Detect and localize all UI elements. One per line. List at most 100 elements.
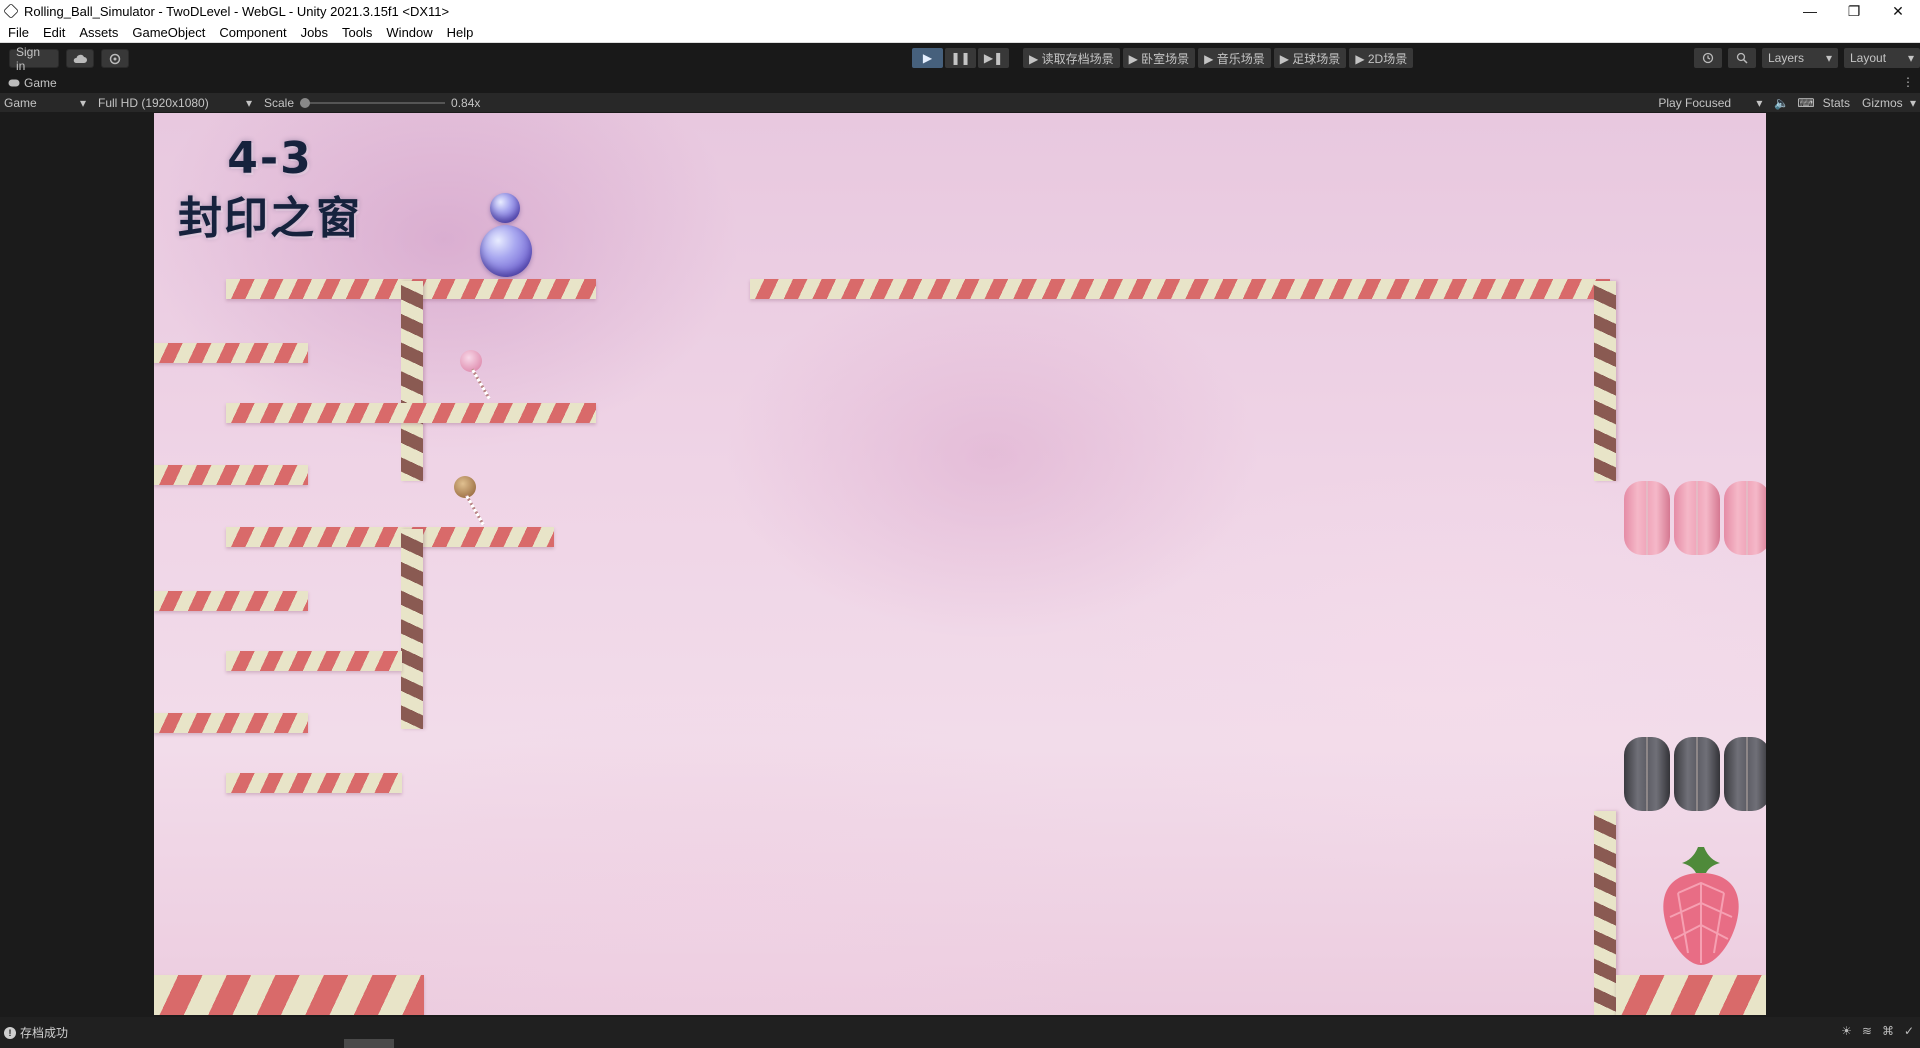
restore-button[interactable]: ❐ [1832,0,1876,22]
stats-toggle[interactable]: Stats [1823,96,1850,110]
pole-right-upper [1594,281,1616,481]
dark-macaron [1674,737,1720,811]
layout-dropdown[interactable]: Layout ▾ [1844,48,1920,68]
level-number: 4-3 [227,133,313,184]
bug-icon[interactable]: ☀ [1841,1024,1852,1038]
bedroom-scene-button[interactable]: ▶ 卧室场景 [1122,48,1196,68]
play-controls: ▶ ❚❚ ▶❚ [912,48,1009,68]
chevron-down-icon: ▾ [79,95,86,110]
menu-window[interactable]: Window [386,25,432,40]
platform-5 [226,773,402,793]
console-status[interactable]: ! 存档成功 [4,1024,68,1041]
keyboard-shortcuts-icon[interactable]: ⌨ [1797,96,1814,110]
pole-lower [401,529,423,729]
platform-long-top [750,279,1610,299]
search-icon[interactable] [1728,48,1756,68]
chevron-down-icon: ▾ [1909,95,1916,110]
sign-in-button[interactable]: Sign in [9,45,59,73]
platform-left-1 [154,343,308,363]
floor-right [1616,975,1766,1015]
cloud-icon[interactable] [66,49,94,68]
player-bubble-ball [480,225,532,277]
dark-macaron [1624,737,1670,811]
level-name: 封印之窗 [178,193,362,244]
platform-left-3 [154,591,308,611]
scale-value: 0.84x [451,95,481,110]
chevron-down-icon: ▾ [245,95,252,110]
history-icon[interactable] [1694,48,1722,68]
menu-assets[interactable]: Assets [79,25,118,40]
layers-label: Layers [1768,51,1805,65]
unity-logo-icon [3,3,19,19]
2d-scene-button[interactable]: ▶ 2D场景 [1349,48,1414,68]
menu-edit[interactable]: Edit [43,25,65,40]
football-scene-button[interactable]: ▶ 足球场景 [1273,48,1347,68]
music-scene-button[interactable]: ▶ 音乐场景 [1198,48,1271,68]
horizontal-scrollbar[interactable] [344,1039,394,1048]
step-button[interactable]: ▶❚ [978,48,1009,68]
close-button[interactable]: ✕ [1876,0,1920,22]
status-message: 存档成功 [20,1026,69,1040]
platform-left-2 [154,465,308,485]
chevron-down-icon: ▾ [1907,51,1914,65]
tab-game[interactable]: Game [0,76,57,90]
game-tab-bar: Game ⋮ [0,73,1920,93]
status-icons: ☀ ≋ ⌘ ✓ [1841,1024,1914,1038]
play-mode-dropdown[interactable]: Play Focused ▾ [1654,93,1766,112]
layers-stack-icon[interactable]: ≋ [1862,1024,1872,1038]
gamepad-icon [8,76,20,90]
small-bubble-ball [490,193,520,223]
gizmos-label: Gizmos [1862,95,1903,110]
play-mode-label: Play Focused [1658,95,1732,110]
scale-slider[interactable] [300,97,446,108]
layers-dropdown[interactable]: Layers ▾ [1762,48,1838,68]
menu-help[interactable]: Help [447,25,474,40]
platform-4 [226,651,402,671]
resolution-dropdown[interactable]: Full HD (1920x1080) ▾ [94,93,256,112]
strawberry-goal [1658,843,1744,974]
game-view[interactable]: 4-3 封印之窗 [154,113,1766,1015]
pause-button[interactable]: ❚❚ [945,48,976,68]
minimize-button[interactable]: — [1788,0,1832,22]
check-circle-icon[interactable]: ✓ [1904,1024,1914,1038]
level-title: 4-3 封印之窗 [178,133,362,246]
collab-icon[interactable] [101,49,129,68]
chevron-down-icon: ▾ [1825,51,1832,65]
menu-bar: File Edit Assets GameObject Component Jo… [0,22,1920,43]
display-dropdown[interactable]: Game ▾ [0,93,90,112]
toolbar-right: Layers ▾ Layout ▾ [1694,48,1920,68]
tab-game-label: Game [24,76,57,90]
mute-audio-icon[interactable]: 🔈 [1774,96,1789,110]
resolution-label: Full HD (1920x1080) [98,95,209,110]
menu-gameobject[interactable]: GameObject [132,25,205,40]
gizmos-dropdown[interactable]: Gizmos ▾ [1858,93,1920,112]
network-icon[interactable]: ⌘ [1882,1024,1894,1038]
platform-3 [226,527,554,547]
dark-macaron [1724,737,1766,811]
scale-slider-handle[interactable] [300,97,311,108]
play-button[interactable]: ▶ [912,48,943,68]
menu-file[interactable]: File [8,25,29,40]
info-icon: ! [4,1026,16,1039]
chevron-down-icon: ▾ [1756,95,1763,110]
pink-macaron [1674,481,1720,555]
window-title: Rolling_Ball_Simulator - TwoDLevel - Web… [24,3,450,19]
menu-jobs[interactable]: Jobs [301,25,328,40]
menu-tools[interactable]: Tools [342,25,372,40]
scale-label: Scale [264,95,295,110]
menu-component[interactable]: Component [219,25,286,40]
pole-right-lower [1594,811,1616,1015]
main-toolbar: Sign in ▶ ❚❚ ▶❚ ▶ 读取存档场景 ▶ 卧室场景 ▶ 音乐场景 ▶… [0,43,1920,73]
platform-2 [226,403,596,423]
game-view-toolbar: Game ▾ Full HD (1920x1080) ▾ Scale 0.84x… [0,93,1920,112]
display-label: Game [4,95,37,110]
window-title-bar: Rolling_Ball_Simulator - TwoDLevel - Web… [0,0,1920,22]
pink-macaron [1624,481,1670,555]
pink-macaron [1724,481,1766,555]
load-save-scene-button[interactable]: ▶ 读取存档场景 [1023,48,1120,68]
scene-shortcuts: ▶ 读取存档场景 ▶ 卧室场景 ▶ 音乐场景 ▶ 足球场景 ▶ 2D场景 [1023,48,1414,68]
pole-upper [401,281,423,481]
more-options-icon[interactable]: ⋮ [1902,75,1914,89]
floor-left [154,975,424,1015]
status-bar: ! 存档成功 ☀ ≋ ⌘ ✓ [0,1017,1920,1048]
